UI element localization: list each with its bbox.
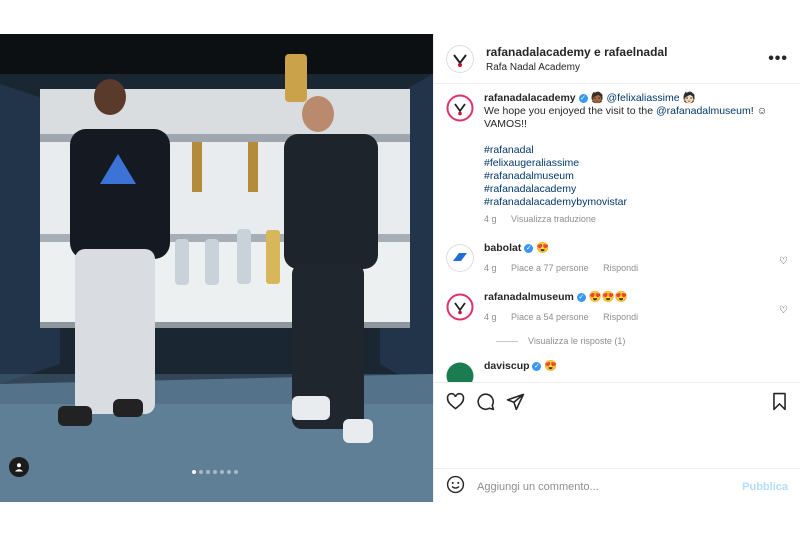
comment-time[interactable]: 4 g <box>484 312 497 322</box>
caption: rafanadalacademy ✓ 🧑🏾 @felixaliassime 🧑🏻… <box>446 92 788 226</box>
hashtag-link[interactable]: #rafanadalacademy <box>484 183 784 196</box>
share-icon[interactable] <box>506 392 525 411</box>
add-comment-bar: Pubblica <box>434 468 800 504</box>
post-panel: rafanadalacademy e rafaelnadal Rafa Nada… <box>433 34 800 502</box>
emoji: 🧑🏻 <box>682 92 696 104</box>
emoji-icon[interactable] <box>446 475 465 499</box>
hashtag-link[interactable]: #rafanadalacademybymovistar <box>484 196 784 209</box>
hashtag-link[interactable]: #felixaugeraliassime <box>484 157 784 170</box>
comment-row: daviscup ✓ 😍 <box>446 360 788 382</box>
hashtag-link[interactable]: #rafanadalmuseum <box>484 170 784 183</box>
verified-icon: ✓ <box>524 243 534 253</box>
comments-list[interactable]: rafanadalacademy ✓ 🧑🏾 @felixaliassime 🧑🏻… <box>434 86 800 382</box>
emoji: 🧑🏾 <box>590 92 604 104</box>
carousel-dot <box>234 470 238 474</box>
user-tag-icon[interactable] <box>9 457 29 477</box>
mention-link[interactable]: @felixaliassime <box>606 92 679 104</box>
comment-input[interactable] <box>477 480 717 493</box>
carousel-dot <box>213 470 217 474</box>
post-author[interactable]: rafanadalacademy e rafaelnadal <box>486 45 667 59</box>
comment-time[interactable]: 4 g <box>484 263 497 273</box>
hashtag-link[interactable]: #rafanadal <box>484 144 784 157</box>
comment-user[interactable]: daviscup <box>484 360 530 372</box>
reply-button[interactable]: Rispondi <box>603 263 638 273</box>
divider <box>496 340 518 342</box>
translate-link[interactable]: Visualizza traduzione <box>511 214 596 224</box>
view-replies-button[interactable]: Visualizza le risposte (1) <box>496 336 788 346</box>
comment-icon[interactable] <box>476 392 495 411</box>
avatar[interactable] <box>446 244 474 272</box>
caption-time[interactable]: 4 g <box>484 214 497 224</box>
mention-link[interactable]: @rafanadalmuseum <box>656 105 751 117</box>
bookmark-icon[interactable] <box>771 392 788 411</box>
verified-icon: ✓ <box>576 292 586 302</box>
verified-icon: ✓ <box>532 361 542 371</box>
verified-icon: ✓ <box>578 93 588 103</box>
comment-text: 😍 <box>536 242 550 254</box>
more-icon[interactable]: ••• <box>768 50 788 68</box>
comment-likes[interactable]: Piace a 54 persone <box>511 312 589 322</box>
avatar[interactable] <box>446 362 474 382</box>
caption-text: We hope you enjoyed the visit to the <box>484 105 654 117</box>
comment-user[interactable]: babolat <box>484 242 521 254</box>
action-bar <box>434 382 800 420</box>
post-photo[interactable] <box>0 34 433 502</box>
heart-icon[interactable]: ♡ <box>779 256 788 267</box>
view-replies-label: Visualizza le risposte (1) <box>528 336 626 346</box>
carousel-dot <box>220 470 224 474</box>
post-header: rafanadalacademy e rafaelnadal Rafa Nada… <box>434 34 800 84</box>
avatar[interactable] <box>446 94 474 122</box>
reply-button[interactable]: Rispondi <box>603 312 638 322</box>
post-image <box>0 34 433 502</box>
heart-icon[interactable]: ♡ <box>779 305 788 316</box>
publish-button[interactable]: Pubblica <box>742 481 788 493</box>
comment-text: 😍😍😍 <box>588 291 628 303</box>
post-location[interactable]: Rafa Nadal Academy <box>486 62 667 73</box>
avatar[interactable] <box>446 293 474 321</box>
carousel-dots <box>192 470 238 474</box>
comment-row: rafanadalmuseum ✓ 😍😍😍 4 g Piace a 54 per… <box>446 291 788 324</box>
comment-text: 😍 <box>544 360 558 372</box>
heart-icon[interactable] <box>446 392 465 411</box>
avatar[interactable] <box>446 44 474 73</box>
comment-user[interactable]: rafanadalmuseum <box>484 291 574 303</box>
carousel-dot <box>227 470 231 474</box>
comment-likes[interactable]: Piace a 77 persone <box>511 263 589 273</box>
carousel-dot <box>192 470 196 474</box>
comment-row: babolat ✓ 😍 4 g Piace a 77 persone Rispo… <box>446 242 788 275</box>
carousel-dot <box>206 470 210 474</box>
caption-user[interactable]: rafanadalacademy <box>484 92 576 104</box>
carousel-dot <box>199 470 203 474</box>
